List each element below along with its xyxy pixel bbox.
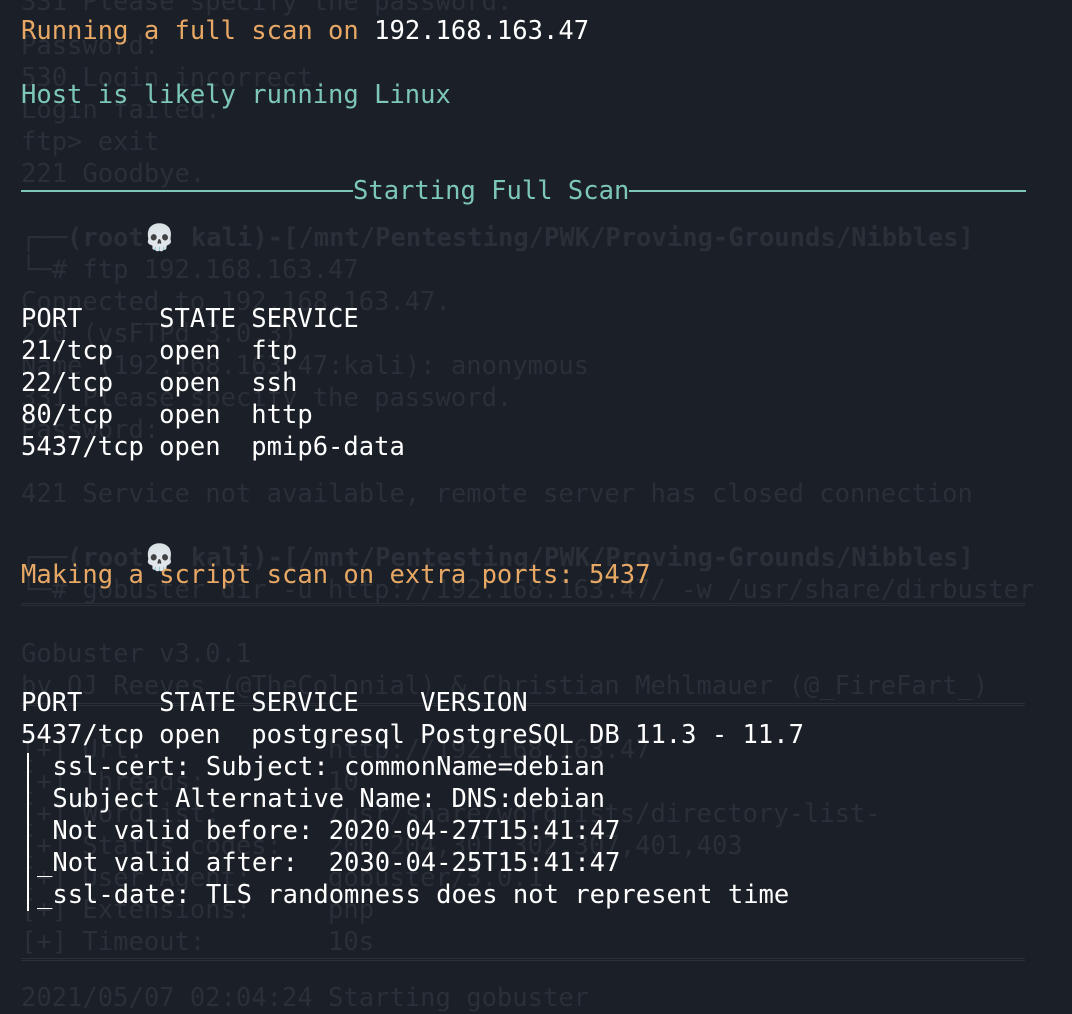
script-scan-line: Making a script scan on extra ports: 543… bbox=[21, 559, 650, 591]
echo-line: ftp> exit bbox=[21, 127, 160, 157]
banner-rule-right bbox=[629, 190, 1026, 192]
target-ip: 192.168.163.47 bbox=[374, 16, 590, 46]
version-table-header: PORT STATE SERVICE VERSION bbox=[21, 688, 528, 718]
echo-line: ┌──(root💀 kali)-[/mnt/Pentesting/PWK/Pro… bbox=[21, 223, 974, 253]
echo-divider bbox=[21, 958, 1025, 961]
ssl-detail-line: ssl-cert: Subject: commonName=debian bbox=[37, 752, 606, 782]
echo-line: 421 Service not available, remote server… bbox=[21, 479, 973, 509]
echo-line: 2021/05/07 02:04:24 Starting gobuster bbox=[21, 983, 590, 1013]
ssl-detail-line: Not valid before: 2020-04-27T15:41:47 bbox=[37, 816, 621, 846]
port-row: 80/tcp open http bbox=[21, 400, 313, 430]
port-row: 5437/tcp open pmip6-data bbox=[21, 432, 405, 462]
script-scan-ports: 5437 bbox=[589, 560, 651, 590]
ssl-detail-line: _ssl-date: TLS randomness does not repre… bbox=[37, 880, 790, 910]
banner-rule-left bbox=[21, 190, 353, 192]
full-scan-banner: Starting Full Scan bbox=[21, 175, 1026, 207]
script-scan-prefix: Making a script scan on extra ports: bbox=[21, 560, 590, 590]
os-guess-line: Host is likely running Linux bbox=[21, 80, 451, 110]
version-row: 5437/tcp open postgresql PostgreSQL DB 1… bbox=[21, 720, 804, 750]
banner-title: Starting Full Scan bbox=[353, 176, 630, 206]
port-table-header: PORT STATE SERVICE bbox=[21, 304, 359, 334]
echo-line: └─# ftp 192.168.163.47 bbox=[21, 255, 359, 285]
echo-line: Gobuster v3.0.1 bbox=[21, 639, 252, 669]
scan-start-line: Running a full scan on 192.168.163.47 bbox=[21, 15, 589, 47]
echo-line: [+] Timeout: 10s bbox=[21, 927, 375, 957]
port-row: 21/tcp open ftp bbox=[21, 336, 298, 366]
scan-start-prefix: Running a full scan on bbox=[21, 16, 375, 46]
ssl-detail-line: _Not valid after: 2030-04-25T15:41:47 bbox=[37, 848, 621, 878]
script-output-tree-bar bbox=[27, 753, 29, 911]
echo-divider bbox=[21, 603, 1025, 606]
port-row: 22/tcp open ssh bbox=[21, 368, 298, 398]
terminal-window[interactable]: 331 Please specify the password. Password… bbox=[0, 0, 1072, 1013]
ssl-detail-line: Subject Alternative Name: DNS:debian bbox=[37, 784, 606, 814]
